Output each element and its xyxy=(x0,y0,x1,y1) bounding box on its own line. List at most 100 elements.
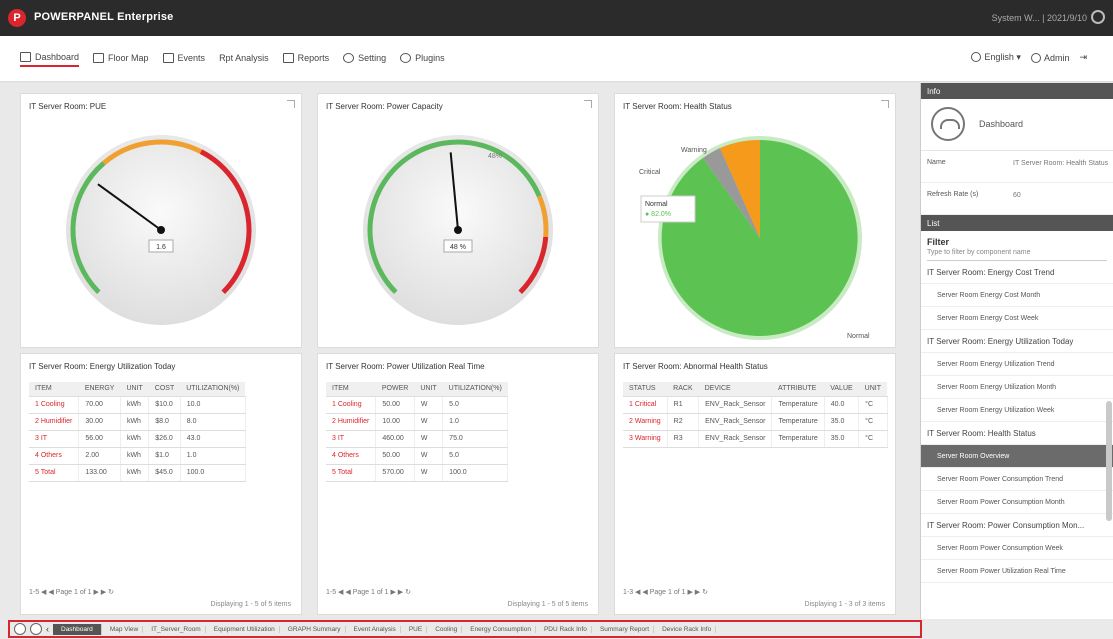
expand-icon[interactable] xyxy=(881,100,889,108)
footer-tab[interactable]: PUE xyxy=(405,625,428,633)
table-row[interactable]: 2 Warning R2 ENV_Rack_Sensor Temperature 35.… xyxy=(623,413,888,431)
property-row: Refresh Rate (s) 60 xyxy=(921,183,1113,215)
user-info[interactable]: System W... | 2021/9/10 xyxy=(992,13,1087,23)
reports-icon xyxy=(282,53,294,63)
column-header[interactable]: ENERGY xyxy=(78,382,121,397)
column-header[interactable]: ITEM xyxy=(29,382,79,397)
plugin-icon xyxy=(400,53,412,63)
panel-title: IT Server Room: Abnormal Health Status xyxy=(623,362,768,371)
tab-setting[interactable]: Setting xyxy=(343,52,386,67)
pagination[interactable]: 1-3 ◀ ◀ Page 1 of 1 ▶ ▶ ↻ xyxy=(623,588,708,596)
remove-icon[interactable] xyxy=(30,623,42,635)
energy-utilization-panel: IT Server Room: Energy Utilization Today… xyxy=(20,353,302,615)
admin-menu[interactable]: Admin xyxy=(1030,52,1069,63)
footer-tab[interactable]: Dashboard xyxy=(53,623,102,635)
column-header[interactable]: UTILIZATION(%) xyxy=(180,382,246,397)
pie-label-warning: Warning xyxy=(681,147,707,154)
column-header[interactable]: STATUS xyxy=(623,382,668,397)
table-row[interactable]: 1 Critical R1 ENV_Rack_Sensor Temperature 40… xyxy=(623,396,888,414)
footer-tab[interactable]: Cooling xyxy=(431,625,463,633)
column-header[interactable]: POWER xyxy=(375,382,415,397)
list-item[interactable]: Server Room Power Consumption Week xyxy=(921,537,1113,560)
footer-tab[interactable]: Energy Consumption xyxy=(466,625,536,633)
pagination[interactable]: 1-5 ◀ ◀ Page 1 of 1 ▶ ▶ ↻ xyxy=(326,588,411,596)
list-item[interactable]: Server Room Energy Utilization Month xyxy=(921,376,1113,399)
table-row[interactable]: 4 Others 50.00 W 5.0 xyxy=(326,447,509,465)
footer-tab[interactable]: IT_Server_Room xyxy=(147,625,206,633)
column-header[interactable]: VALUE xyxy=(824,382,859,397)
table-row[interactable]: 2 Humidifier 30.00 kWh $8.0 8.0 xyxy=(29,413,246,431)
table-row[interactable]: 1 Cooling 70.00 kWh $10.0 10.0 xyxy=(29,396,246,414)
tab-dashboard[interactable]: Dashboard xyxy=(20,52,80,67)
dashboard-card: Dashboard xyxy=(921,99,1113,151)
table-row[interactable]: 3 IT 56.00 kWh $26.0 43.0 xyxy=(29,430,246,448)
table-row[interactable]: 1 Cooling 50.00 W 5.0 xyxy=(326,396,509,414)
language-selector[interactable]: English ▾ xyxy=(971,52,1021,63)
sidebar-scrollbar[interactable] xyxy=(1106,401,1112,521)
footer-tab[interactable]: Map View xyxy=(106,625,144,633)
list-item[interactable]: Server Room Power Consumption Month xyxy=(921,491,1113,514)
column-header[interactable]: DEVICE xyxy=(698,382,772,397)
tab-rpt-analysis[interactable]: Rpt Analysis xyxy=(219,52,269,67)
expand-icon[interactable] xyxy=(287,100,295,108)
tab-label: Events xyxy=(177,53,206,63)
pie-tooltip xyxy=(640,195,696,223)
column-header[interactable]: ITEM xyxy=(326,382,376,397)
tab-reports[interactable]: Reports xyxy=(282,52,329,67)
table-row[interactable]: 5 Total 133.00 kWh $45.0 100.0 xyxy=(29,464,246,482)
list-group-header[interactable]: IT Server Room: Energy Cost Trend xyxy=(921,261,1113,284)
table-row[interactable]: 5 Total 570.00 W 100.0 xyxy=(326,464,509,482)
list-item[interactable]: Server Room Energy Utilization Trend xyxy=(921,353,1113,376)
column-header[interactable]: UNIT xyxy=(120,382,149,397)
footer-tab[interactable]: Event Analysis xyxy=(350,625,401,633)
column-header[interactable]: RACK xyxy=(667,382,699,397)
panel-title: IT Server Room: Energy Utilization Today xyxy=(29,362,176,371)
add-icon[interactable] xyxy=(14,623,26,635)
column-header[interactable]: COST xyxy=(148,382,181,397)
column-header[interactable]: UNIT xyxy=(414,382,443,397)
map-icon xyxy=(93,53,105,63)
tab-plugins[interactable]: Plugins xyxy=(400,52,445,67)
logout-icon[interactable]: ⇥ xyxy=(1079,52,1087,63)
dashboard-area: IT Server Room: PUE 1.6 IT Server Room: … xyxy=(0,83,920,619)
list-item[interactable]: Server Room Energy Cost Week xyxy=(921,307,1113,330)
expand-icon[interactable] xyxy=(584,100,592,108)
user-icon xyxy=(1030,52,1041,63)
footer-tab[interactable]: GRAPH Summary xyxy=(284,625,346,633)
property-value[interactable]: IT Server Room: Health Status xyxy=(1013,159,1109,169)
list-group-header[interactable]: IT Server Room: Energy Utilization Today xyxy=(921,330,1113,353)
footer-tab[interactable]: Equipment Utilization xyxy=(210,625,280,633)
events-icon xyxy=(162,53,174,63)
table-row[interactable]: 4 Others 2.00 kWh $1.0 1.0 xyxy=(29,447,246,465)
list-item[interactable]: Server Room Overview xyxy=(921,445,1113,468)
tab-floor-map[interactable]: Floor Map xyxy=(93,52,149,67)
filter-label: Filter xyxy=(927,237,950,247)
column-header[interactable]: UTILIZATION(%) xyxy=(442,382,508,397)
column-header[interactable]: UNIT xyxy=(858,382,888,397)
list-group-header[interactable]: IT Server Room: Health Status xyxy=(921,422,1113,445)
panel-title: IT Server Room: Health Status xyxy=(623,102,732,111)
list-item[interactable]: Server Room Energy Cost Month xyxy=(921,284,1113,307)
pagination-info: Displaying 1 - 5 of 5 items xyxy=(507,601,588,608)
pue-gauge: 1.6 xyxy=(66,135,256,325)
column-header[interactable]: ATTRIBUTE xyxy=(771,382,825,397)
list-item[interactable]: Server Room Power Consumption Trend xyxy=(921,468,1113,491)
list-item[interactable]: Server Room Energy Utilization Week xyxy=(921,399,1113,422)
table-row[interactable]: 3 IT 460.00 W 75.0 xyxy=(326,430,509,448)
app-title: POWERPANEL Enterprise xyxy=(34,11,174,23)
footer-tab[interactable]: Device Rack Info xyxy=(658,625,717,633)
filter-input[interactable]: Type to filter by component name xyxy=(927,249,1107,261)
footer-tab[interactable]: PDU Rack Info xyxy=(540,625,592,633)
tab-label: Setting xyxy=(358,53,387,63)
pagination[interactable]: 1-5 ◀ ◀ Page 1 of 1 ▶ ▶ ↻ xyxy=(29,588,114,596)
footer-tab[interactable]: Summary Report xyxy=(596,625,655,633)
table-row[interactable]: 3 Warning R3 ENV_Rack_Sensor Temperature 35.… xyxy=(623,430,888,448)
table-row[interactable]: 2 Humidifier 10.00 W 1.0 xyxy=(326,413,509,431)
list-item[interactable]: Server Room Power Utilization Real Time xyxy=(921,560,1113,583)
list-group-header[interactable]: IT Server Room: Power Consumption Mon... xyxy=(921,514,1113,537)
scroll-left-icon[interactable]: ‹ xyxy=(46,624,49,634)
dashboard-icon xyxy=(20,52,31,62)
tab-events[interactable]: Events xyxy=(162,52,206,67)
gear-icon[interactable] xyxy=(1091,10,1105,24)
property-value[interactable]: 60 xyxy=(1013,191,1109,201)
